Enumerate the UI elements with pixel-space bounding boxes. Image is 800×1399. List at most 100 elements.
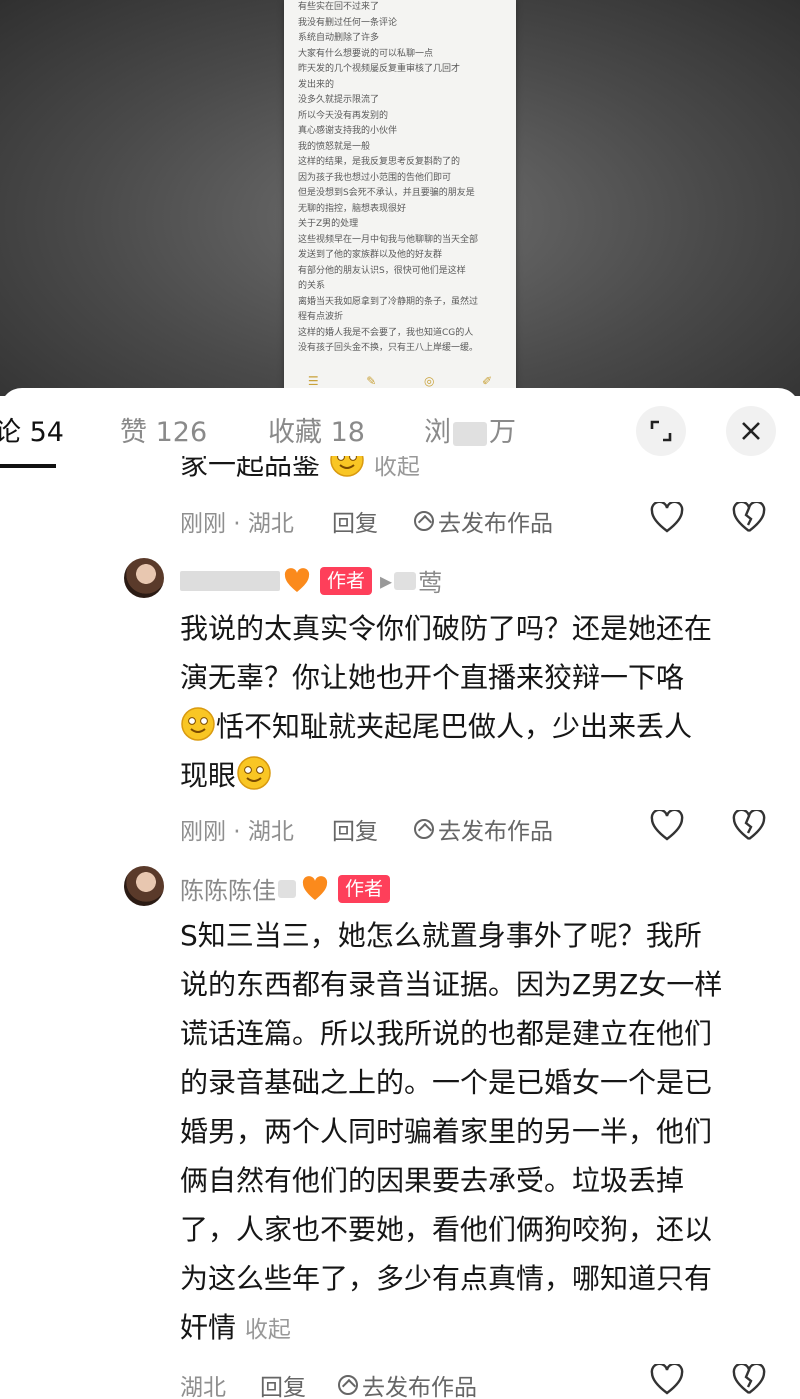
phone-text-line: 没有孩子回头金不换，只有王八上岸缓一缓。 xyxy=(298,343,479,353)
reply-button[interactable]: 回复 xyxy=(260,1368,306,1399)
orange-heart-icon xyxy=(302,875,328,900)
phone-text-line: 系统自动删除了许多 xyxy=(298,33,380,43)
like-heart-icon[interactable] xyxy=(650,502,684,534)
list-icon: ☰ xyxy=(307,374,319,388)
comment-3-line: 俩自然有他们的因果要去承受。垃圾丢掉 xyxy=(180,1164,685,1197)
avatar[interactable] xyxy=(124,558,164,598)
publish-work-label: 去发布作品 xyxy=(437,819,553,845)
phone-text-line: 有些实在回不过来了 xyxy=(298,2,380,12)
close-icon xyxy=(742,422,760,440)
tab-views-prefix: 浏 xyxy=(424,417,451,448)
phone-text-line: 发出来的 xyxy=(298,79,335,90)
comment-2-header: 作者 ▸ 莺 xyxy=(180,563,442,598)
phone-text-line: 无聊的指控，脑想表现很好 xyxy=(298,203,407,214)
smile-emoji-icon xyxy=(330,456,364,477)
expand-icon xyxy=(650,420,672,442)
comment-1-meta: 刚刚 · 湖北 回复 去发布作品 xyxy=(180,504,553,538)
phone-text-line: 关于Z男的处理 xyxy=(298,219,359,229)
collapse-link[interactable]: 收起 xyxy=(245,1317,291,1343)
like-heart-icon[interactable] xyxy=(650,1364,684,1396)
dislike-broken-heart-icon[interactable] xyxy=(732,1364,766,1396)
comment-3-line: 谎话连篇。所以我所说的也都是建立在他们 xyxy=(180,1017,713,1050)
comment-2-line-text: 恬不知耻就夹起尾巴做人，少出来丢人 xyxy=(216,710,693,743)
tab-favorites[interactable]: 收藏 18 xyxy=(268,410,365,449)
commenter-name[interactable]: 陈陈陈佳 xyxy=(180,871,276,906)
collapse-link[interactable]: 收起 xyxy=(374,456,420,480)
redacted-count xyxy=(453,421,487,446)
comment-time: 刚刚 · 湖北 xyxy=(180,819,294,845)
comment-time: 刚刚 · 湖北 xyxy=(180,511,294,537)
redacted-target-name xyxy=(394,571,417,590)
reply-button[interactable]: 回复 xyxy=(332,812,378,846)
comment-3-line: S知三当三，她怎么就置身事外了呢？我所 xyxy=(180,919,702,952)
phone-text-line: 发送到了他的家族群以及他的好友群 xyxy=(298,250,443,260)
author-badge: 作者 xyxy=(338,874,391,903)
phone-text-line: 但是没想到S会死不承认，并且要骗的朋友是 xyxy=(298,188,475,198)
at-icon: ◎ xyxy=(423,374,435,388)
phone-text-line: 这些视频早在一月中旬我与他聊聊的当天全部 xyxy=(298,234,479,245)
edit-icon: ✐ xyxy=(482,374,493,388)
phone-screenshot-image: 有些实在回不过来了我没有删过任何一条评论 系统自动删除了许多大家有什么想要说的可以… xyxy=(284,0,516,392)
comment-1-text: 家一起品鉴 收起 xyxy=(180,456,770,486)
redacted-name-suffix xyxy=(278,879,296,898)
phone-text-line: 离婚当天我如愿拿到了冷静期的条子，虽然过 xyxy=(298,296,479,307)
dislike-broken-heart-icon[interactable] xyxy=(732,502,766,534)
comment-2-line: 我说的太真实令你们破防了吗？还是她还在 xyxy=(180,612,713,645)
upload-icon xyxy=(338,1375,358,1395)
comment-3-line: 了，人家也不要她，看他们俩狗咬狗，还以 xyxy=(180,1213,713,1246)
comment-2-text: 我说的太真实令你们破防了吗？还是她还在 演无辜？你让她也开个直播来狡辩一下咯 恬… xyxy=(180,604,770,800)
comment-location: 湖北 xyxy=(180,1375,226,1399)
reply-button[interactable]: 回复 xyxy=(332,504,378,538)
phone-text-line: 的关系 xyxy=(298,281,326,291)
avatar[interactable] xyxy=(124,866,164,906)
dislike-broken-heart-icon[interactable] xyxy=(732,810,766,842)
phone-text-line: 昨天发的几个视频屡反复重审核了几回才 xyxy=(298,64,461,74)
reply-arrow-icon: ▸ xyxy=(380,566,393,595)
phone-text-line: 程有点波折 xyxy=(298,312,344,322)
orange-heart-icon xyxy=(284,567,310,592)
phone-text-line: 没多久就提示限流了 xyxy=(298,95,380,105)
phone-text-line: 真心感谢支持我的小伙伴 xyxy=(298,126,398,136)
phone-text-line: 我没有删过任何一条评论 xyxy=(298,17,398,28)
comment-3-lines: S知三当三，她怎么就置身事外了呢？我所 说的东西都有录音当证据。因为Z男Z女一样谎… xyxy=(180,911,770,1303)
video-preview[interactable]: 有些实在回不过来了我没有删过任何一条评论 系统自动删除了许多大家有什么想要说的可以… xyxy=(0,0,800,396)
tab-comments[interactable]: 论 54 xyxy=(0,410,64,449)
comment-3-line: 为这么些年了，多少有点真情，哪知道只有 xyxy=(180,1262,713,1295)
like-heart-icon[interactable] xyxy=(650,810,684,842)
upload-icon xyxy=(413,819,434,839)
phone-text-line: 所以今天没有再发别的 xyxy=(298,110,389,121)
tab-views-suffix: 万 xyxy=(489,417,516,448)
smile-emoji-icon xyxy=(181,707,215,741)
phone-text-line: 这样的婚人我是不会要了，我也知道CG的人 xyxy=(298,327,474,338)
upload-icon xyxy=(413,511,434,531)
publish-work-label: 去发布作品 xyxy=(362,1375,477,1399)
comment-3-meta: 湖北 回复 去发布作品 xyxy=(180,1368,477,1399)
comment-3-line-text: 奸情 xyxy=(180,1311,237,1344)
expand-button[interactable] xyxy=(636,406,686,456)
phone-text-line: 大家有什么想要说的可以私聊一点 xyxy=(298,48,434,59)
publish-work-button[interactable]: 去发布作品 xyxy=(338,1368,477,1399)
author-badge: 作者 xyxy=(320,566,373,595)
phone-screenshot-text: 有些实在回不过来了我没有删过任何一条评论 系统自动删除了许多大家有什么想要说的可以… xyxy=(298,0,506,357)
tab-views[interactable]: 浏万 xyxy=(424,410,516,449)
reply-target-name[interactable]: 莺 xyxy=(418,563,442,598)
comment-2-line: 恬不知耻就夹起尾巴做人，少出来丢人 xyxy=(180,702,770,751)
publish-work-button[interactable]: 去发布作品 xyxy=(413,812,553,846)
phone-text-line: 因为孩子我也想过小范围的告他们即可 xyxy=(298,172,452,183)
attachment-icon: ✎ xyxy=(366,374,377,388)
comment-3-line: 说的东西都有录音当证据。因为Z男Z女一样 xyxy=(180,968,723,1001)
comment-2-line: 现眼 xyxy=(180,751,770,800)
phone-text-line: 这样的结果，是我反复思考反复斟酌了的 xyxy=(298,157,461,167)
active-tab-indicator xyxy=(0,464,56,468)
comment-panel: 论 54 赞 126 收藏 18 浏万 家一起品鉴 收起 刚刚 · 湖北 回复 … xyxy=(0,388,800,1399)
publish-work-button[interactable]: 去发布作品 xyxy=(413,504,553,538)
comment-3-line: 的录音基础之上的。一个是已婚女一个是已 xyxy=(180,1066,713,1099)
comment-3-text: S知三当三，她怎么就置身事外了呢？我所 说的东西都有录音当证据。因为Z男Z女一样谎… xyxy=(180,911,770,1355)
comment-2-meta: 刚刚 · 湖北 回复 去发布作品 xyxy=(180,812,553,846)
close-button[interactable] xyxy=(726,406,776,456)
publish-work-label: 去发布作品 xyxy=(437,511,553,537)
phone-text-line: 我的愤怒就是一般 xyxy=(298,141,371,152)
comment-1-text-tail: 家一起品鉴 xyxy=(180,456,321,481)
tab-likes[interactable]: 赞 126 xyxy=(120,410,207,449)
comment-2-line: 演无辜？你让她也开个直播来狡辩一下咯 xyxy=(180,661,685,694)
